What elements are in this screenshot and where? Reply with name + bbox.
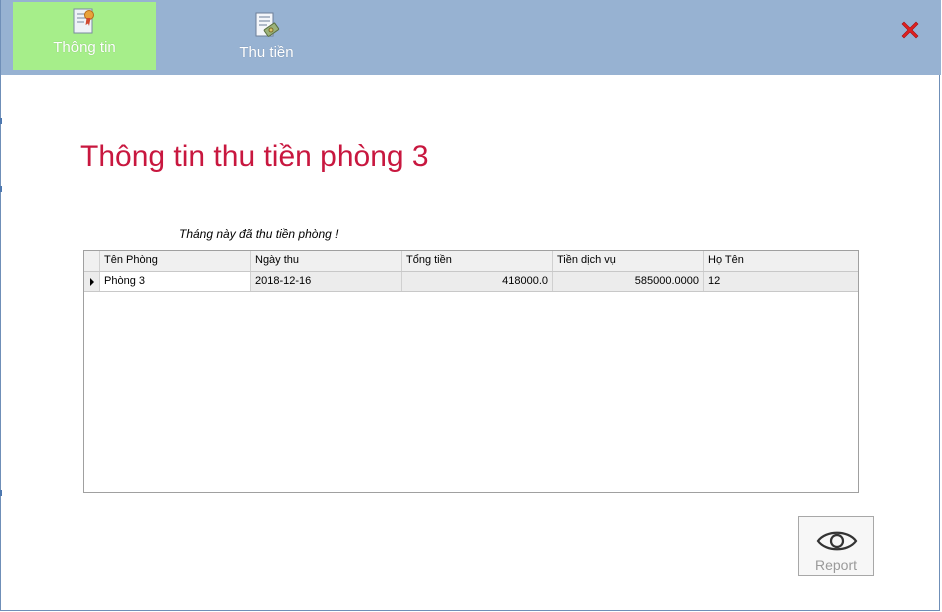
column-header-tong-tien[interactable]: Tổng tiền (402, 251, 553, 271)
payments-table[interactable]: Tên Phòng Ngày thu Tổng tiền Tiền dịch v… (83, 250, 859, 493)
window-edge-mark (0, 118, 2, 124)
current-row-arrow-icon (90, 278, 94, 286)
cell-tien-dich-vu[interactable]: 585000.0000 (553, 272, 704, 291)
table-header: Tên Phòng Ngày thu Tổng tiền Tiền dịch v… (84, 251, 858, 272)
column-header-tien-dich-vu[interactable]: Tiền dịch vụ (553, 251, 704, 271)
app-window: Thông tin Thu tiền Thông tin thu tiền ph… (0, 0, 941, 611)
report-label: Report (814, 557, 858, 573)
row-selector[interactable] (84, 272, 100, 291)
page-title: Thông tin thu tiền phòng 3 (80, 140, 429, 173)
tab-label: Thu tiền (239, 44, 294, 61)
invoice-money-icon (254, 12, 280, 40)
top-toolbar: Thông tin Thu tiền (1, 0, 941, 75)
cell-ngay-thu[interactable]: 2018-12-16 (251, 272, 402, 291)
tab-label: Thông tin (53, 39, 116, 56)
row-selector-header (84, 251, 100, 271)
cell-tong-tien[interactable]: 418000.0 (402, 272, 553, 291)
column-header-ngay-thu[interactable]: Ngày thu (251, 251, 402, 271)
tab-thong-tin[interactable]: Thông tin (13, 2, 156, 70)
column-header-ten-phong[interactable]: Tên Phòng (100, 251, 251, 271)
status-notice: Tháng này đã thu tiền phòng ! (179, 227, 339, 241)
report-button[interactable]: Report (798, 516, 874, 576)
column-header-ho-ten[interactable]: Họ Tên (704, 251, 858, 271)
eye-icon (816, 531, 858, 551)
close-icon[interactable] (899, 19, 921, 41)
certificate-icon (72, 8, 98, 36)
table-row[interactable]: Phòng 3 2018-12-16 418000.0 585000.0000 … (84, 272, 858, 292)
tab-thu-tien[interactable]: Thu tiền (195, 2, 338, 70)
window-edge-mark (0, 490, 2, 496)
cell-ho-ten[interactable]: 12 (704, 272, 858, 291)
cell-ten-phong[interactable]: Phòng 3 (100, 272, 251, 291)
window-edge-mark (0, 186, 2, 192)
